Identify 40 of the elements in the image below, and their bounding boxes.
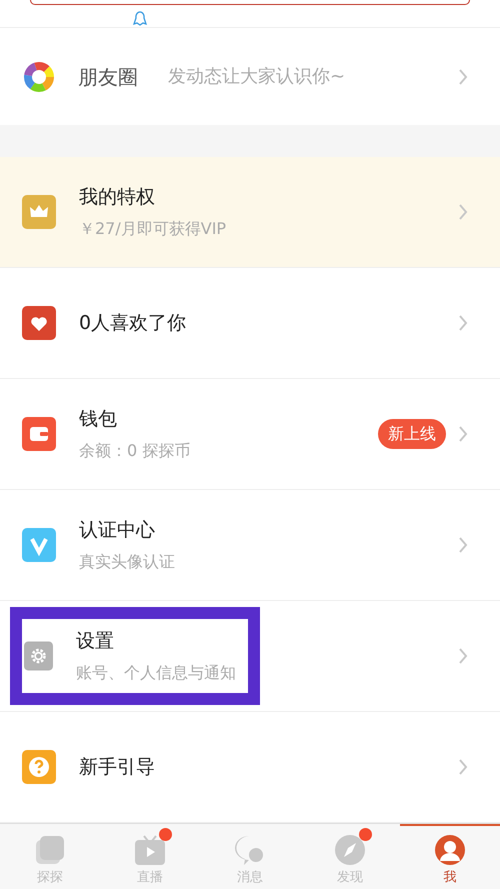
item-title: 钱包: [79, 406, 118, 432]
item-subtitle: 真实头像认证: [79, 551, 175, 574]
tv-play-icon: [134, 834, 166, 866]
color-ring-icon: [24, 62, 54, 92]
wallet-icon: [22, 417, 56, 451]
item-subtitle: ￥27/月即可获得VIP: [79, 218, 226, 240]
cards-icon: [34, 834, 66, 866]
chevron-right-icon: [458, 203, 468, 221]
chevron-right-icon: [458, 647, 468, 665]
chevron-right-icon: [458, 536, 468, 554]
item-subtitle: 账号、个人信息与通知: [76, 662, 236, 684]
moments-title: 朋友圈: [78, 64, 138, 90]
menu-item[interactable]: 新手引导: [0, 712, 500, 823]
question-icon: [22, 750, 56, 784]
moments-row[interactable]: 朋友圈 发动态让大家认识你~: [0, 28, 500, 125]
gear-icon: [24, 639, 53, 673]
avatar-icon: [434, 834, 466, 866]
tab[interactable]: 我: [400, 824, 500, 889]
chevron-right-icon: [458, 425, 468, 443]
penguin-icon[interactable]: [133, 11, 147, 27]
chevron-right-icon: [458, 758, 468, 776]
item-title: 我的特权: [79, 184, 156, 210]
moments-hint: 发动态让大家认识你~: [168, 65, 346, 89]
menu-item[interactable]: 钱包 余额：0 探探币 新上线: [0, 379, 500, 490]
chevron-right-icon: [458, 314, 468, 332]
item-title: 设置: [76, 628, 115, 654]
item-title: 新手引导: [79, 754, 155, 780]
item-title: 0人喜欢了你: [79, 310, 186, 336]
menu-item[interactable]: 认证中心 真实头像认证: [0, 490, 500, 601]
menu-item[interactable]: 0人喜欢了你: [0, 268, 500, 379]
item-title: 认证中心: [79, 518, 156, 543]
chat-bubbles-icon: [234, 834, 266, 866]
verified-icon: [22, 528, 56, 562]
chevron-right-icon: [458, 68, 468, 86]
compass-icon: [334, 834, 366, 866]
item-subtitle: 余额：0 探探币: [79, 440, 190, 462]
menu-item[interactable]: 我的特权 ￥27/月即可获得VIP: [0, 157, 500, 268]
menu-item[interactable]: 设置 账号、个人信息与通知: [0, 601, 500, 712]
new-badge: 新上线: [378, 419, 446, 449]
crown-icon: [22, 195, 56, 229]
